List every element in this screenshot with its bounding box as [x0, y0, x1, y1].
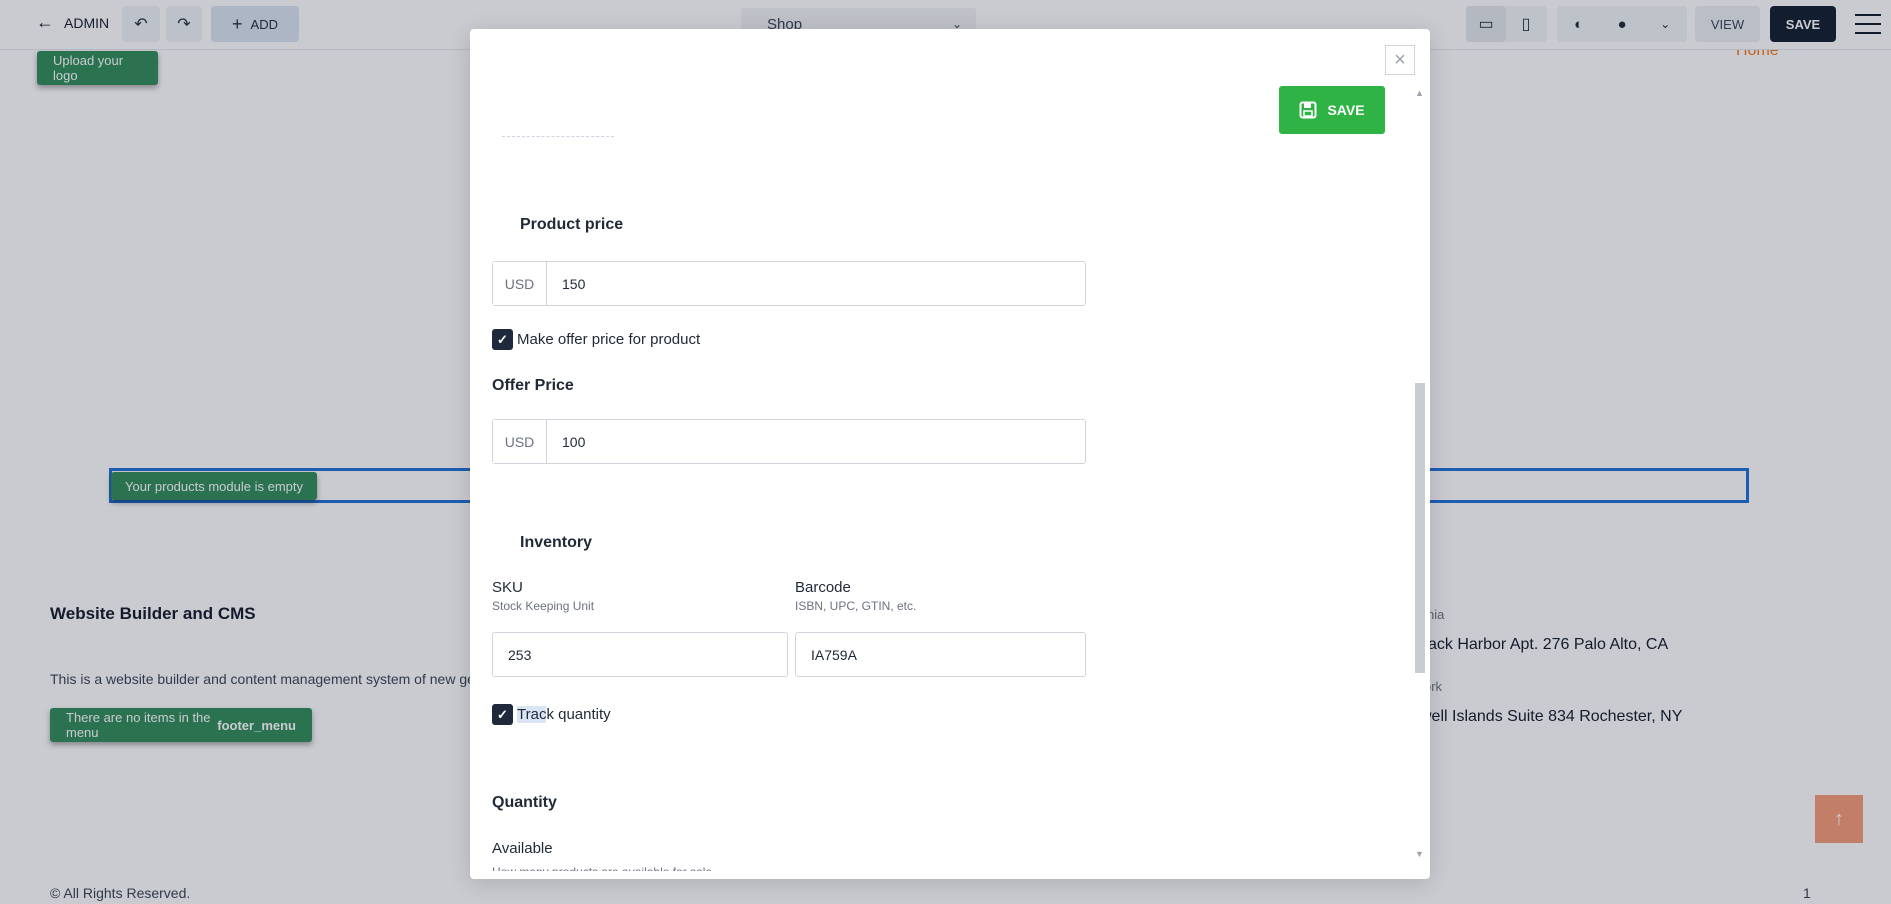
scroll-down-icon[interactable]: ▼ [1415, 849, 1424, 859]
available-label: Available [492, 840, 553, 857]
sku-input[interactable]: 253 [492, 632, 788, 677]
barcode-label: Barcode [795, 579, 851, 596]
track-quantity-label: Track quantity [517, 706, 611, 723]
offer-price-checkbox-label: Make offer price for product [517, 331, 701, 348]
sku-help: Stock Keeping Unit [492, 599, 595, 613]
modal-save-label: SAVE [1327, 102, 1365, 118]
floppy-disk-icon [1299, 101, 1317, 119]
product-price-field[interactable]: USD 150 [492, 261, 1086, 306]
offer-price-title: Offer Price [492, 377, 574, 394]
barcode-input[interactable]: IA759A [795, 632, 1086, 677]
currency-prefix: USD [493, 262, 547, 305]
close-icon[interactable]: × [1385, 45, 1415, 75]
modal-scrollbar[interactable] [1415, 383, 1425, 673]
image-dropzone-edge [502, 136, 614, 137]
modal-save-button[interactable]: SAVE [1279, 86, 1385, 134]
offer-price-checkbox[interactable]: ✓ [492, 329, 513, 350]
product-price-title: Product price [520, 216, 624, 233]
barcode-help: ISBN, UPC, GTIN, etc. [795, 599, 917, 613]
scroll-up-icon[interactable]: ▲ [1415, 88, 1424, 98]
product-price-value[interactable]: 150 [547, 262, 1085, 305]
product-edit-modal: × SAVE ▲ ▼ Product price USD 150 ✓ Make … [470, 29, 1430, 879]
offer-price-value[interactable]: 100 [547, 420, 1085, 463]
track-quantity-checkbox-row[interactable]: ✓ Track quantity [492, 704, 611, 725]
track-quantity-checkbox[interactable]: ✓ [492, 704, 513, 725]
offer-price-checkbox-row[interactable]: ✓ Make offer price for product [492, 329, 700, 350]
sku-label: SKU [492, 579, 523, 596]
inventory-title: Inventory [520, 534, 593, 551]
currency-prefix: USD [493, 420, 547, 463]
offer-price-field[interactable]: USD 100 [492, 419, 1086, 464]
available-help: How many products are available for sale [492, 862, 712, 871]
quantity-title: Quantity [492, 794, 557, 811]
